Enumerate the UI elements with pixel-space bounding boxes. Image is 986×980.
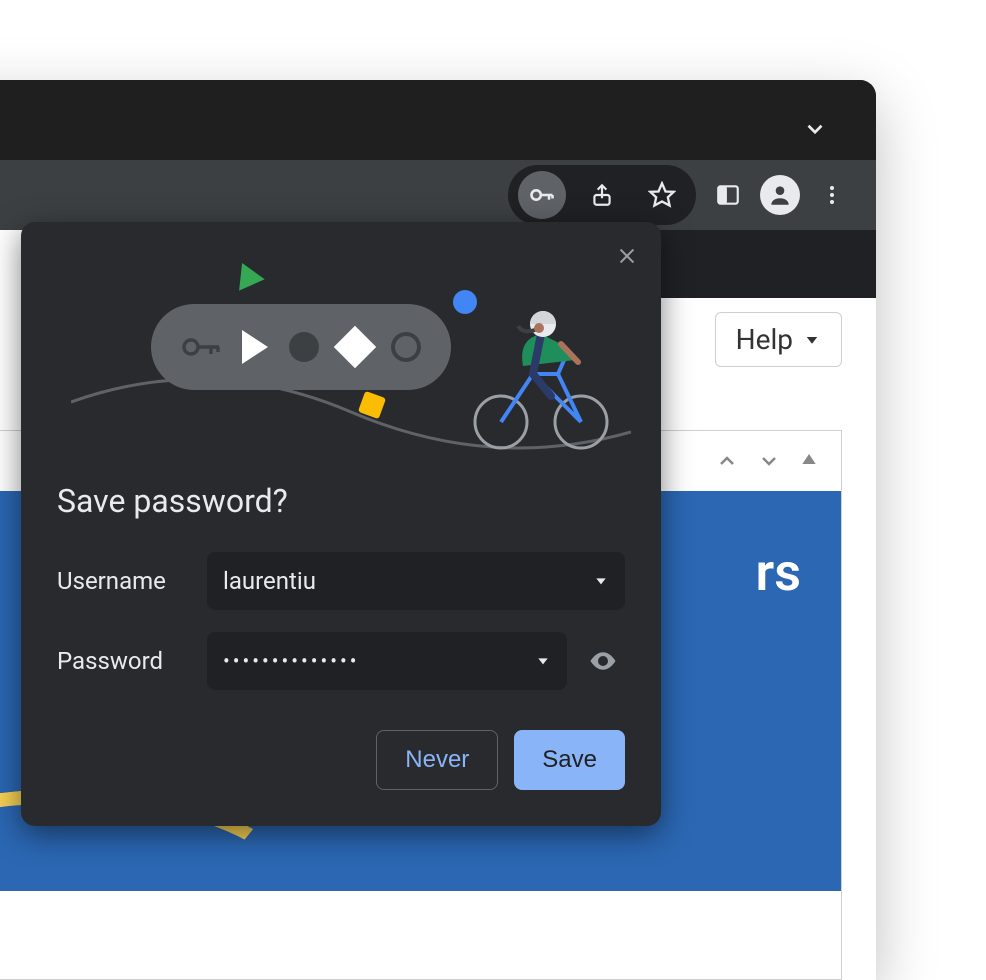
username-value: laurentiu [223,567,316,595]
password-value: •••••••••••••• [223,649,359,673]
password-row: Password •••••••••••••• [57,632,625,690]
password-field[interactable]: •••••••••••••• [207,632,567,690]
reveal-password-button[interactable] [581,639,625,683]
save-button[interactable]: Save [514,730,625,790]
cyclist-illustration [463,304,613,454]
chevron-down-icon[interactable] [757,449,781,473]
profile-icon[interactable] [760,175,800,215]
save-password-popup: Save password? Username laurentiu Passwo… [21,222,661,826]
play-glyph-icon [242,330,268,364]
popup-actions: Never Save [21,712,661,790]
password-label: Password [57,647,189,675]
key-icon[interactable] [518,171,566,219]
caret-down-icon [535,653,551,669]
never-button[interactable]: Never [376,730,498,790]
collapse-tabs-button[interactable] [802,116,828,146]
help-dropdown[interactable]: Help [715,312,842,367]
eye-icon [588,646,618,676]
browser-toolbar [0,160,876,230]
share-icon[interactable] [578,171,626,219]
panel-nav-arrows [715,449,819,473]
triangle-up-icon[interactable] [799,449,819,469]
username-field[interactable]: laurentiu [207,552,625,610]
ring-glyph-icon [391,332,421,362]
menu-icon[interactable] [808,171,856,219]
deco-triangle [229,257,264,290]
circle-glyph-icon [289,332,319,362]
key-glyph-icon [181,333,221,361]
star-icon[interactable] [638,171,686,219]
popup-title: Save password? [57,482,625,520]
caret-down-icon [593,573,609,589]
username-row: Username laurentiu [57,552,625,610]
tab-strip [0,80,876,160]
address-bar-actions [508,165,696,225]
popup-illustration [21,222,661,452]
side-panel-icon[interactable] [704,171,752,219]
caret-down-icon [803,331,821,349]
username-label: Username [57,567,189,595]
help-label: Help [736,323,793,356]
chevron-up-icon[interactable] [715,449,739,473]
